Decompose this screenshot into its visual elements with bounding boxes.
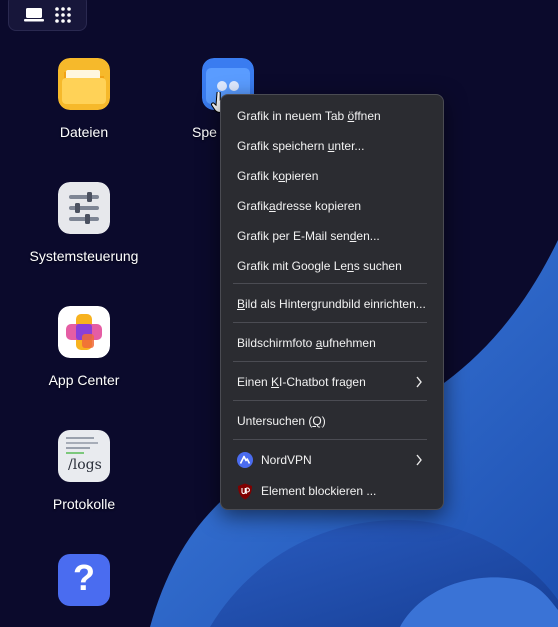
menu-item-label: Grafik per E-Mail senden... [237,229,380,243]
desktop-icon-label: Systemsteuerung [29,248,139,264]
app-center-icon [58,306,110,358]
menu-item-inspect[interactable]: Untersuchen (Q) [221,409,443,433]
sliders-icon [58,182,110,234]
menu-item-take-screenshot[interactable]: Bildschirmfoto aufnehmen [221,331,443,355]
menu-item-ask-ai-chatbot[interactable]: Einen KI-Chatbot fragen [221,370,443,394]
menu-item-open-image-new-tab[interactable]: Grafik in neuem Tab öffnen [221,104,443,128]
nordvpn-icon [237,452,253,468]
menu-item-label: Bild als Hintergrundbild einrichten... [237,297,426,311]
menu-item-copy-image[interactable]: Grafik kopieren [221,164,443,188]
show-desktop-button[interactable] [23,5,45,25]
desktop-icon-protokolle[interactable]: /logs Protokolle [24,430,144,512]
menu-separator [233,361,427,362]
grid-icon [55,7,71,23]
desktop-icon-app-center[interactable]: App Center [24,306,144,388]
chevron-right-icon [416,454,422,466]
folder-icon [58,58,110,110]
context-menu: Grafik in neuem Tab öffnen Grafik speich… [220,94,444,510]
ublock-origin-icon [238,483,252,500]
menu-item-nordvpn[interactable]: NordVPN [221,448,443,472]
menu-separator [233,283,427,284]
menu-item-save-image-as[interactable]: Grafik speichern unter... [221,134,443,158]
logs-icon: /logs [58,430,110,482]
desktop-icon-label: App Center [48,372,120,388]
desktop-icon-label: Dateien [59,124,109,140]
taskbar [8,0,87,31]
desktop-icon-label: Protokolle [52,496,116,512]
menu-item-email-image[interactable]: Grafik per E-Mail senden... [221,224,443,248]
desktop-icon [24,8,44,22]
menu-item-label: Bildschirmfoto aufnehmen [237,336,376,350]
menu-item-label: Untersuchen (Q) [237,414,326,428]
menu-item-copy-image-address[interactable]: Grafikadresse kopieren [221,194,443,218]
menu-item-label: Grafik mit Google Lens suchen [237,259,402,273]
help-tile-text: ? [73,557,95,598]
menu-item-label: NordVPN [261,453,312,467]
menu-item-set-as-background[interactable]: Bild als Hintergrundbild einrichten... [221,292,443,316]
desktop-icon-dateien[interactable]: Dateien [24,58,144,140]
menu-separator [233,400,427,401]
menu-item-label: Grafik in neuem Tab öffnen [237,109,381,123]
menu-item-google-lens[interactable]: Grafik mit Google Lens suchen [221,254,443,278]
menu-item-label: Grafik kopieren [237,169,319,183]
logs-tile-text: /logs [68,457,102,473]
menu-item-label: Einen KI-Chatbot fragen [237,375,366,389]
chevron-right-icon [416,376,422,388]
menu-separator [233,322,427,323]
menu-item-label: Element blockieren ... [261,484,377,498]
menu-item-block-element[interactable]: Element blockieren ... [221,479,443,503]
menu-item-label: Grafik speichern unter... [237,139,365,153]
main-menu-button[interactable] [52,5,74,25]
desktop-icon-systemsteuerung[interactable]: Systemsteuerung [24,182,144,264]
desktop-icon-help[interactable]: ? [24,554,144,620]
menu-separator [233,439,427,440]
help-icon: ? [58,554,110,606]
menu-item-label: Grafikadresse kopieren [237,199,362,213]
